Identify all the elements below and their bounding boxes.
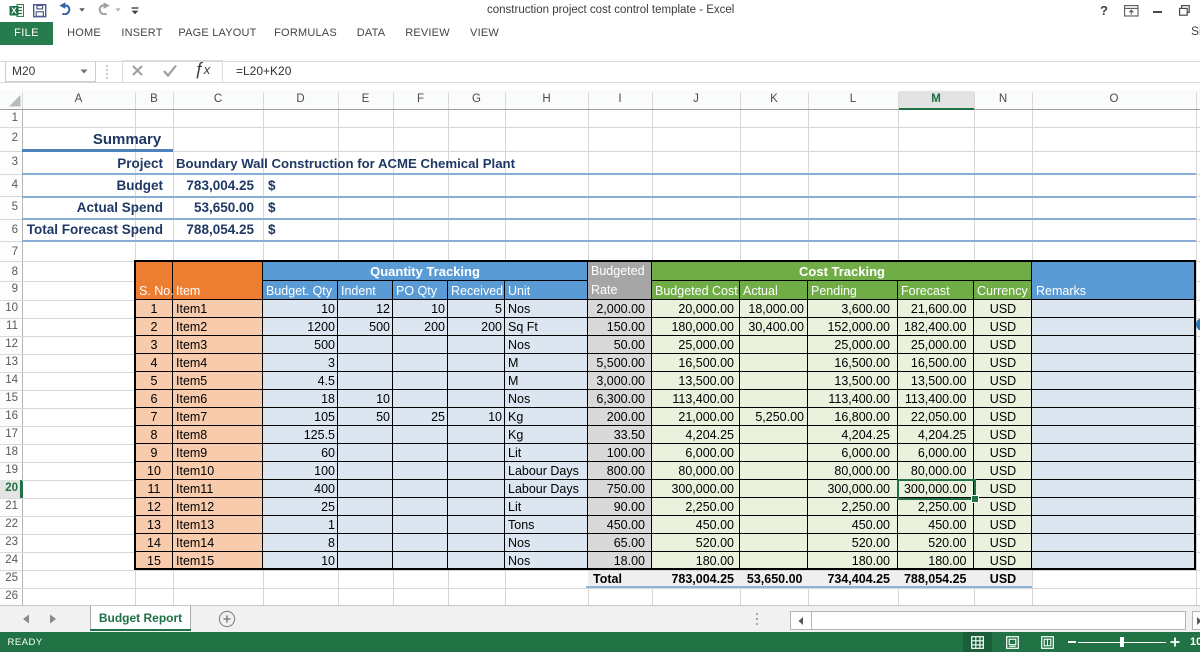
svg-text:X: X bbox=[11, 6, 17, 16]
